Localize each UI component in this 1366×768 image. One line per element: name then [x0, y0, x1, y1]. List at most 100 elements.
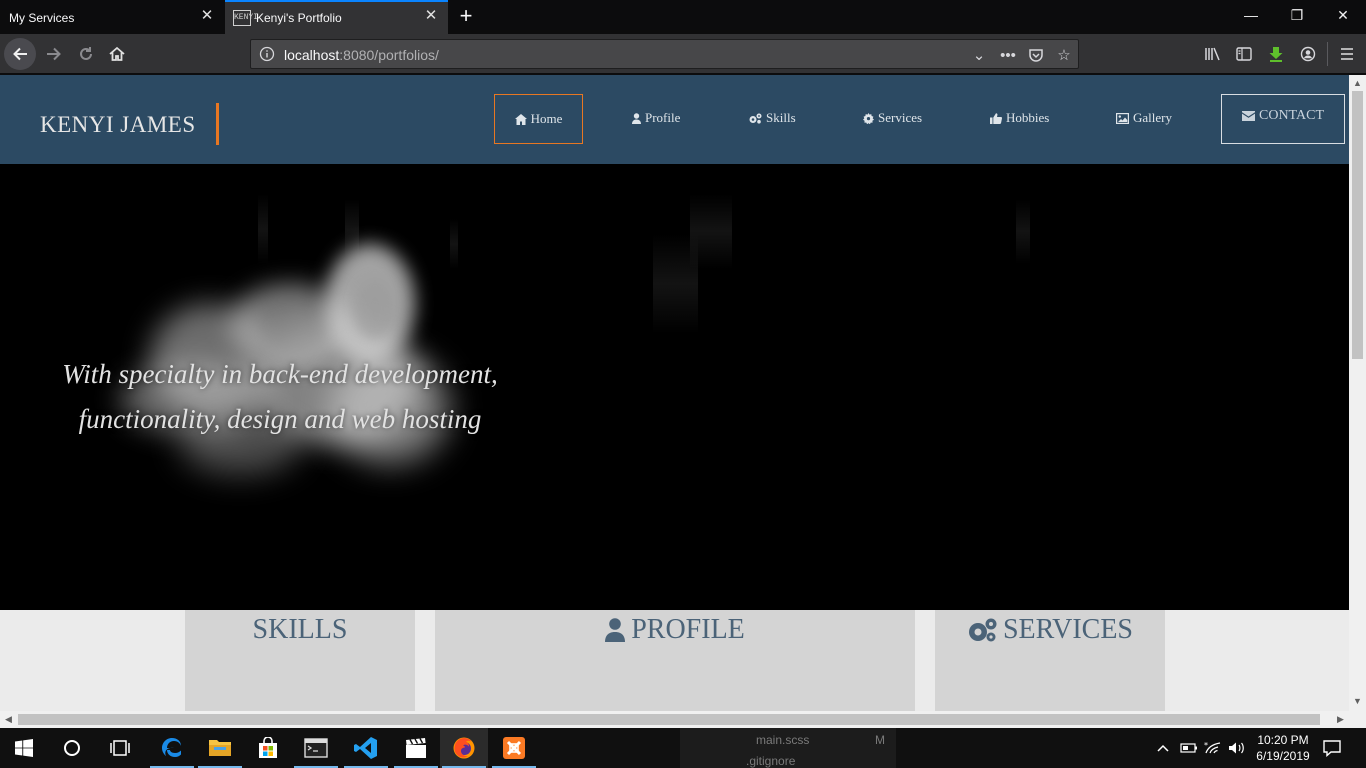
download-icon[interactable]: [1266, 44, 1286, 64]
nav-services-label: Services: [878, 110, 923, 125]
vertical-scrollbar[interactable]: ▲ ▼: [1349, 75, 1366, 711]
vscode-icon: [354, 737, 377, 759]
contact-button[interactable]: CONTACT: [1221, 94, 1345, 144]
sidebar-icon[interactable]: [1234, 44, 1254, 64]
taskbar-xampp[interactable]: [490, 728, 538, 768]
hero-tagline-line2: functionality, design and web hosting: [78, 404, 482, 434]
account-icon[interactable]: [1298, 44, 1318, 64]
nav-services[interactable]: Services: [863, 110, 922, 126]
start-button[interactable]: [0, 728, 48, 768]
terminal-icon: [304, 738, 328, 758]
page-actions-icon[interactable]: •••: [998, 45, 1018, 65]
nav-home-label: Home: [530, 111, 563, 126]
menu-hamburger-icon[interactable]: [1337, 44, 1357, 64]
nav-home[interactable]: Home: [494, 94, 583, 144]
peek-file-main-scss: main.scss: [756, 733, 810, 747]
taskbar-clock[interactable]: 10:20 PM 6/19/2019: [1250, 732, 1316, 764]
clapperboard-icon: [406, 738, 426, 758]
scroll-right-icon[interactable]: ▶: [1332, 714, 1349, 725]
nav-profile[interactable]: Profile: [632, 110, 680, 126]
edge-icon: [162, 738, 181, 757]
card-services-title: SERVICES: [1002, 614, 1133, 645]
clock-date: 6/19/2019: [1256, 749, 1310, 763]
taskbar-firefox[interactable]: [440, 728, 488, 768]
pocket-icon[interactable]: [1026, 45, 1046, 65]
info-icon[interactable]: [259, 46, 275, 62]
thumbs-up-icon: [990, 112, 1002, 124]
dropdown-chevron-icon[interactable]: ⌄: [969, 45, 989, 65]
taskbar-file-explorer[interactable]: [196, 728, 244, 768]
forward-button[interactable]: [38, 38, 70, 70]
task-view-button[interactable]: [96, 728, 144, 768]
nav-hobbies[interactable]: Hobbies: [990, 110, 1049, 126]
search-button[interactable]: [48, 728, 96, 768]
battery-icon[interactable]: [1180, 728, 1198, 768]
taskbar-store[interactable]: [244, 728, 292, 768]
site-brand[interactable]: KENYI JAMES: [40, 112, 196, 138]
windows-taskbar: main.scss M .gitignore * 10:20 PM 6/19/2…: [0, 728, 1366, 768]
card-profile[interactable]: PROFILE: [435, 610, 915, 711]
close-tab-icon[interactable]: ✕: [423, 8, 439, 24]
nav-hobbies-label: Hobbies: [1006, 110, 1050, 125]
hero-streak: [690, 194, 732, 269]
new-tab-button[interactable]: +: [455, 5, 477, 27]
nav-skills[interactable]: Skills: [748, 110, 796, 126]
page-viewport: KENYI JAMES Home Profile Skills Services…: [0, 75, 1349, 711]
store-bag-icon: [259, 737, 277, 758]
tab-my-services[interactable]: My Services ✕: [0, 0, 224, 34]
user-icon: [632, 112, 641, 124]
hero-tagline-line1: With specialty in back-end development,: [62, 359, 498, 389]
contact-label: CONTACT: [1259, 108, 1324, 123]
taskbar-edge[interactable]: [148, 728, 196, 768]
scroll-left-icon[interactable]: ◀: [0, 714, 17, 725]
bookmark-star-icon[interactable]: ☆: [1054, 45, 1074, 65]
scroll-up-icon[interactable]: ▲: [1349, 78, 1366, 88]
card-services-heading: SERVICES: [935, 614, 1165, 646]
url-bar[interactable]: localhost:8080/portfolios/ ⌄ ••• ☆: [250, 39, 1079, 69]
back-button[interactable]: [4, 38, 36, 70]
home-icon: [514, 113, 527, 125]
peek-file-status: M: [875, 733, 885, 747]
card-services[interactable]: SERVICES: [935, 610, 1165, 711]
wifi-icon[interactable]: *: [1204, 728, 1222, 768]
close-window-icon[interactable]: ✕: [1328, 7, 1358, 24]
close-tab-icon[interactable]: ✕: [199, 8, 215, 24]
user-icon: [605, 618, 626, 642]
horizontal-scrollbar[interactable]: ◀ ▶: [0, 711, 1349, 728]
card-profile-heading: PROFILE: [435, 614, 915, 646]
reload-icon: [80, 47, 92, 60]
cogs-icon: [749, 113, 762, 123]
reload-button[interactable]: [70, 38, 102, 70]
home-icon: [109, 46, 125, 61]
envelope-icon: [1242, 111, 1255, 121]
home-button[interactable]: [101, 38, 133, 70]
back-arrow-icon: [13, 47, 27, 61]
url-text[interactable]: localhost:8080/portfolios/: [284, 47, 439, 63]
section-cards: TECHNICAL SKILLS PROFILE SERVICES: [0, 602, 1349, 711]
horizontal-scroll-thumb[interactable]: [18, 714, 1320, 725]
nav-gallery-label: Gallery: [1133, 110, 1172, 125]
tab-strip: My Services ✕ KENYI Kenyi's Portfolio ✕ …: [0, 0, 1366, 34]
minimize-icon[interactable]: —: [1236, 7, 1266, 23]
action-center-icon[interactable]: [1322, 728, 1342, 768]
card-skills-cut-title: TECHNICAL: [185, 596, 415, 606]
peek-file-gitignore: .gitignore: [746, 754, 796, 768]
nav-skills-label: Skills: [766, 110, 796, 125]
nav-gallery[interactable]: Gallery: [1116, 110, 1172, 126]
taskbar-terminal[interactable]: [292, 728, 340, 768]
scroll-down-icon[interactable]: ▼: [1349, 696, 1366, 706]
cortana-circle-icon: [64, 740, 80, 756]
taskbar-media-app[interactable]: [392, 728, 440, 768]
volume-icon[interactable]: [1228, 728, 1246, 768]
vertical-scroll-thumb[interactable]: [1352, 91, 1363, 359]
card-skills[interactable]: TECHNICAL SKILLS: [185, 602, 415, 711]
svg-text:*: *: [1204, 741, 1208, 750]
library-icon[interactable]: [1203, 44, 1223, 64]
scrollbar-corner: [1349, 711, 1366, 728]
taskbar-vscode[interactable]: [342, 728, 390, 768]
gear-icon: [863, 112, 874, 124]
folder-icon: [209, 740, 231, 756]
tab-kenyis-portfolio[interactable]: KENYI Kenyi's Portfolio ✕: [225, 0, 448, 34]
restore-icon[interactable]: ❐: [1282, 7, 1312, 24]
tray-overflow-icon[interactable]: [1156, 728, 1170, 768]
